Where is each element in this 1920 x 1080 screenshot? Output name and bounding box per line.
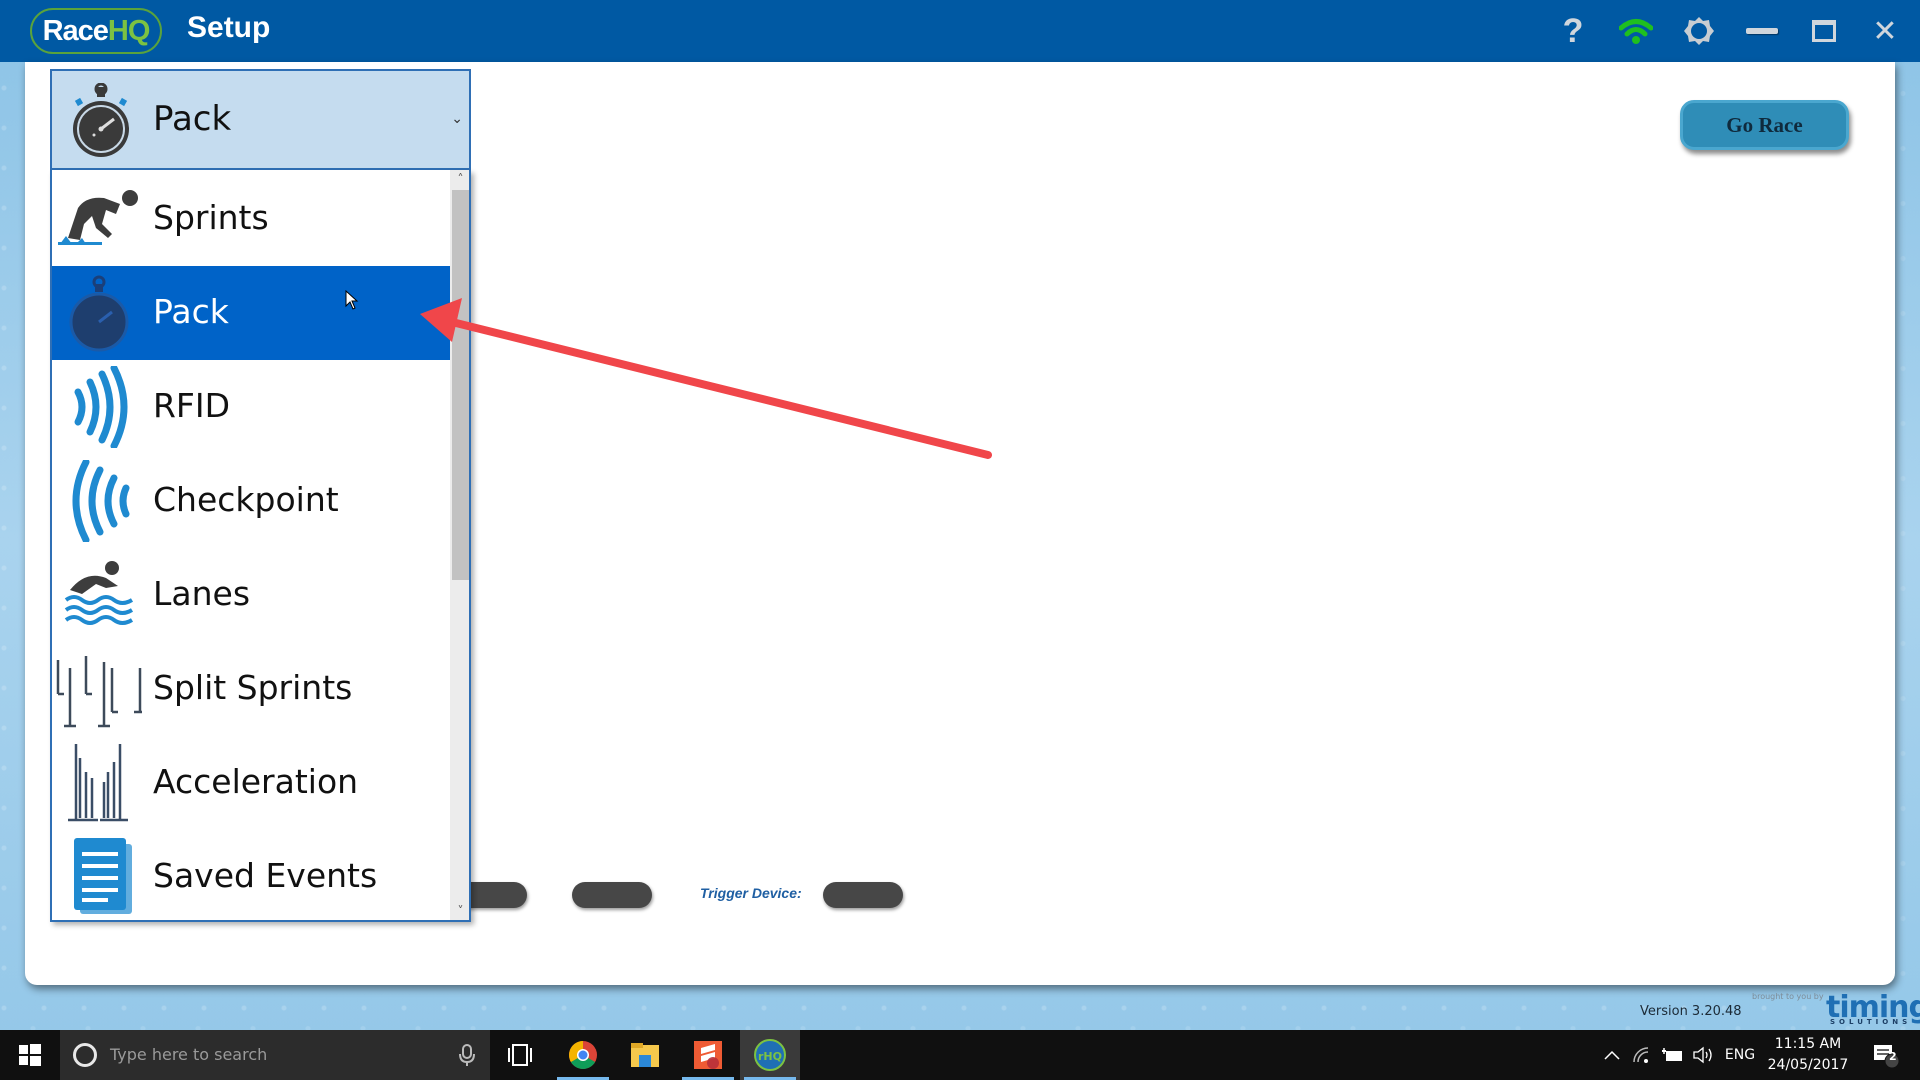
task-view-icon (508, 1044, 532, 1066)
maximize-icon[interactable] (1801, 8, 1847, 54)
option-checkpoint[interactable]: Checkpoint (52, 454, 450, 548)
rfid-signal-icon (74, 366, 128, 448)
taskbar-app-chrome[interactable] (553, 1030, 613, 1080)
taskbar-app-sublime-text[interactable] (678, 1030, 738, 1080)
acceleration-gates-icon (68, 744, 128, 822)
taskbar-app-racehq[interactable]: rHQ (740, 1030, 800, 1080)
swimmer-icon (64, 561, 134, 625)
split-gates-icon (56, 656, 142, 728)
cortana-icon (73, 1043, 97, 1067)
wifi-connected-icon[interactable] (1613, 8, 1659, 54)
racehq-logo: Race HQ (30, 8, 162, 54)
option-lanes[interactable]: Lanes (52, 548, 450, 642)
svg-text:rHQ: rHQ (758, 1050, 782, 1063)
microphone-icon[interactable] (455, 1043, 479, 1067)
option-acceleration[interactable]: Acceleration (52, 736, 450, 830)
windows-taskbar: Type here to search rHQ ENG 11:15 AM 24/… (0, 1030, 1920, 1080)
option-label: Pack (153, 292, 229, 331)
racehq-app-icon: rHQ (754, 1039, 786, 1071)
settings-gear-icon[interactable] (1676, 8, 1722, 54)
battery-icon[interactable] (1658, 1030, 1688, 1080)
search-placeholder: Type here to search (110, 1045, 268, 1064)
mouse-cursor-icon (345, 290, 359, 310)
brought-to-you-by-label: brought to you by (1752, 992, 1824, 1001)
page-title: Setup (187, 11, 271, 44)
checkpoint-signal-icon (72, 460, 130, 542)
clock-date: 24/05/2017 (1767, 1057, 1849, 1073)
minimize-icon[interactable] (1739, 8, 1785, 54)
stopwatch-icon (73, 83, 129, 157)
option-label: Checkpoint (153, 480, 339, 519)
taskbar-app-file-explorer[interactable] (615, 1030, 675, 1080)
logo-hq-text: HQ (107, 14, 150, 47)
network-icon[interactable] (1628, 1030, 1656, 1080)
dropdown-scrollbar[interactable]: ˄ ˅ (450, 170, 469, 920)
sublime-text-icon (694, 1041, 722, 1069)
version-label: Version 3.20.48 (1640, 1004, 1742, 1019)
scroll-up-arrow-icon[interactable]: ˄ (450, 170, 469, 188)
task-view-button[interactable] (490, 1030, 550, 1080)
go-race-button[interactable]: Go Race (1680, 100, 1849, 150)
option-label: Sprints (153, 198, 269, 237)
option-saved-events[interactable]: Saved Events (52, 830, 450, 920)
option-rfid[interactable]: RFID (52, 360, 450, 454)
timing-solutions-subtext: SOLUTIONS (1830, 1018, 1912, 1026)
event-type-options-list: Sprints Pack RFID Checkpoint Lanes Split… (50, 170, 471, 922)
volume-icon[interactable] (1688, 1030, 1718, 1080)
option-pack[interactable]: Pack (52, 266, 450, 360)
option-label: Saved Events (153, 856, 378, 895)
stopwatch-icon (69, 275, 129, 352)
trigger-device-label: Trigger Device: (700, 885, 802, 901)
logo-race-text: Race (42, 14, 109, 47)
scrollbar-thumb[interactable] (452, 190, 469, 580)
option-label: Lanes (153, 574, 251, 613)
notification-count-badge: 2 (1889, 1050, 1897, 1063)
event-type-dropdown[interactable]: Pack ⌄ (50, 69, 471, 170)
option-label: Acceleration (153, 762, 359, 801)
option-label: Split Sprints (153, 668, 353, 707)
input-language-indicator[interactable]: ENG (1722, 1030, 1758, 1080)
dropdown-selected-value: Pack (153, 99, 232, 139)
taskbar-search-input[interactable]: Type here to search (60, 1030, 490, 1080)
show-hidden-icons-chevron-icon[interactable] (1598, 1030, 1626, 1080)
sprinter-icon (58, 190, 138, 245)
windows-logo-icon (19, 1044, 41, 1066)
option-split-sprints[interactable]: Split Sprints (52, 642, 450, 736)
file-explorer-icon (631, 1043, 659, 1067)
help-icon[interactable]: ? (1550, 8, 1596, 54)
device-toggle-2[interactable] (572, 882, 652, 908)
action-center-button[interactable]: 2 (1866, 1030, 1906, 1080)
close-icon[interactable]: ✕ (1862, 8, 1908, 54)
scroll-down-arrow-icon[interactable]: ˅ (450, 902, 469, 920)
chevron-down-icon: ⌄ (451, 111, 463, 127)
chrome-icon (569, 1041, 597, 1069)
windows-start-button[interactable] (0, 1030, 60, 1080)
option-label: RFID (153, 386, 231, 425)
saved-document-icon (74, 838, 132, 914)
option-sprints[interactable]: Sprints (52, 172, 450, 266)
clock-time: 11:15 AM (1774, 1036, 1842, 1052)
trigger-device-toggle[interactable] (823, 882, 903, 908)
title-bar: Race HQ Setup ? ✕ (0, 0, 1920, 62)
taskbar-clock[interactable]: 11:15 AM 24/05/2017 (1760, 1034, 1856, 1076)
